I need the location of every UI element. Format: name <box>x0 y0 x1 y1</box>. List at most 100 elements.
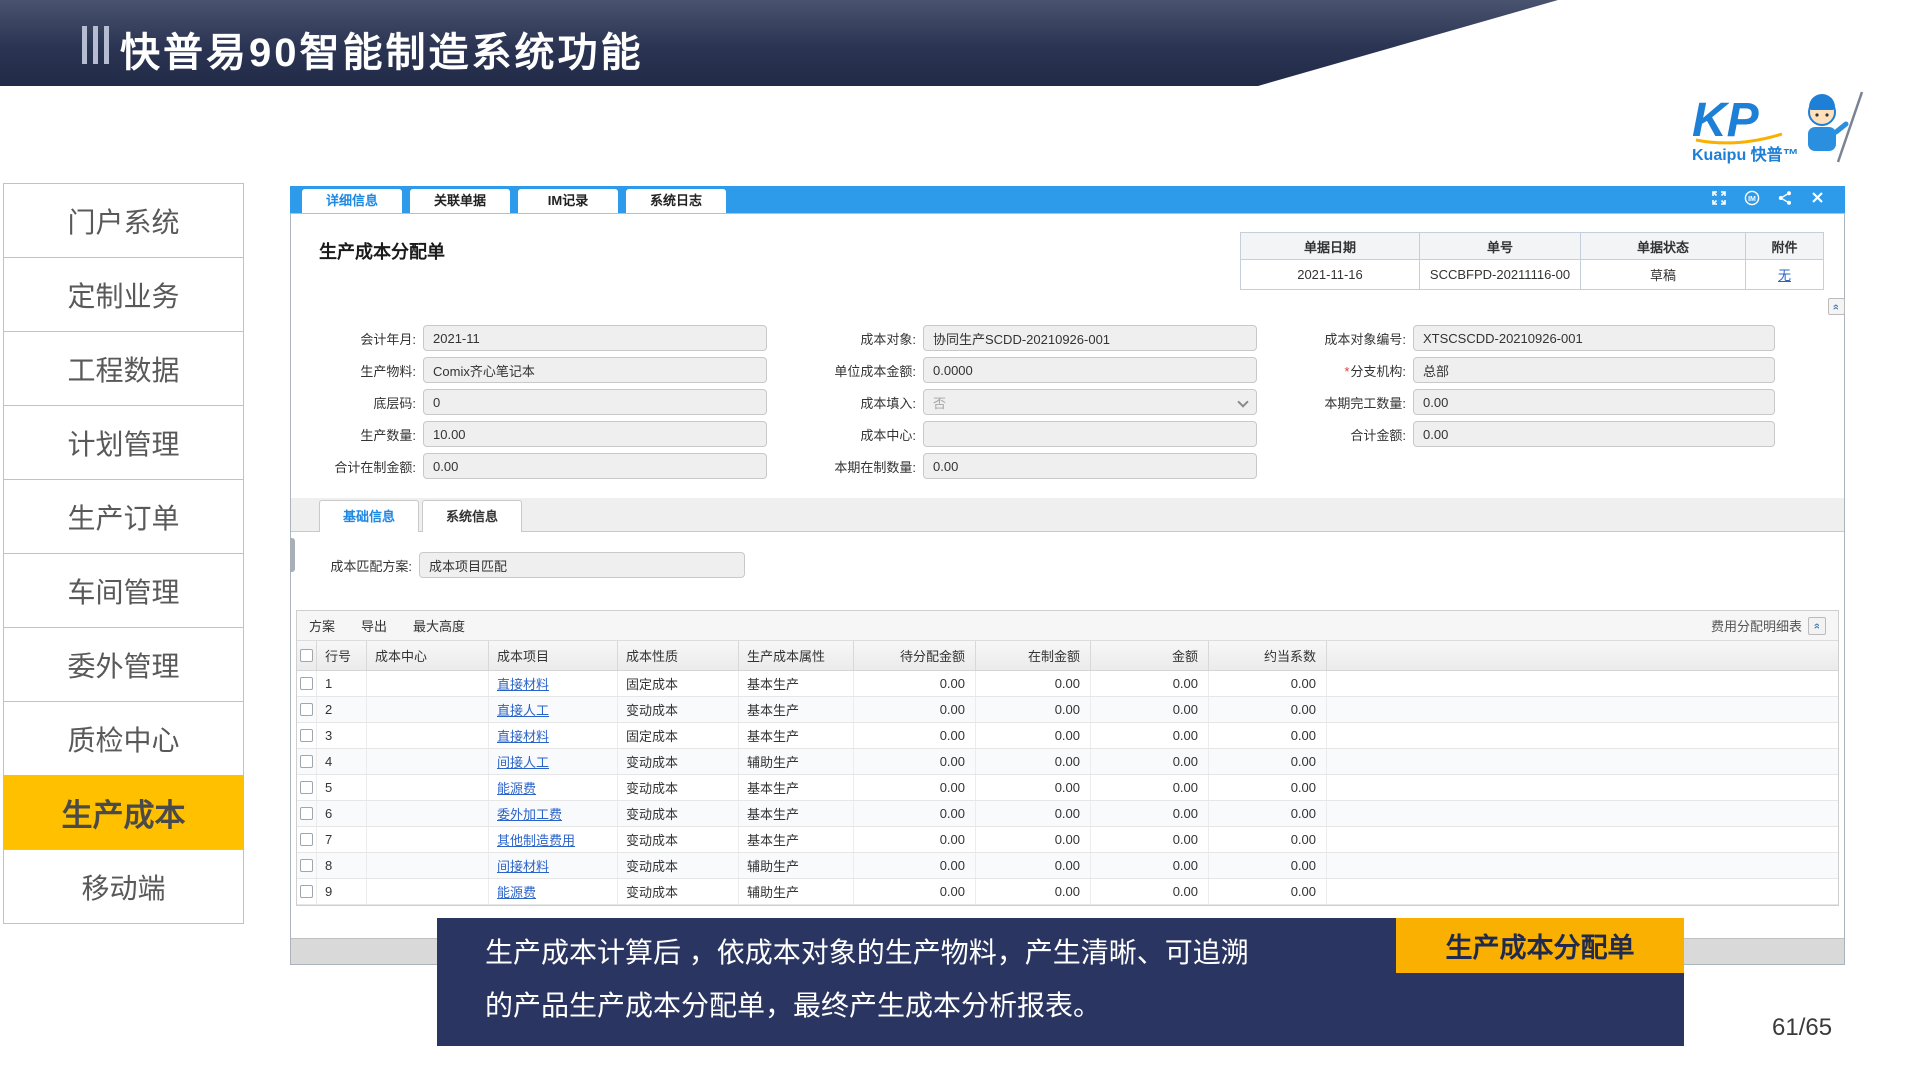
bars-icon <box>82 26 109 64</box>
select-all-checkbox[interactable] <box>300 649 313 662</box>
toolbar-item-0[interactable]: 方案 <box>309 616 335 635</box>
sidebar-item-7[interactable]: 质检中心 <box>3 701 244 776</box>
cell-cost-item: 间接材料 <box>489 853 618 878</box>
cell-cost-item: 能源费 <box>489 775 618 800</box>
form-c3-input-3[interactable]: 0.00 <box>1413 421 1775 447</box>
window-tab-2[interactable]: IM记录 <box>518 189 618 213</box>
dropdown-chevron-icon[interactable] <box>1237 396 1248 407</box>
form-c1-label-4: 合计在制金额: <box>297 457 423 476</box>
expand-icon[interactable] <box>1711 190 1727 206</box>
form-c1-row-0: 会计年月:2021-11 <box>297 325 767 351</box>
cost-item-link[interactable]: 直接人工 <box>497 700 549 719</box>
cost-match-input[interactable]: 成本项目匹配 <box>419 552 745 578</box>
window-tab-3[interactable]: 系统日志 <box>626 189 726 213</box>
cell-line-no: 6 <box>317 801 367 826</box>
form-c3-input-1[interactable]: 总部 <box>1413 357 1775 383</box>
cost-item-link[interactable]: 直接材料 <box>497 674 549 693</box>
cell-cost-item: 直接材料 <box>489 723 618 748</box>
share-icon[interactable] <box>1777 190 1793 206</box>
collapse-header-button[interactable]: » <box>1828 298 1845 315</box>
form-c1-value-3: 10.00 <box>433 427 466 442</box>
form-c2-input-1[interactable]: 0.0000 <box>923 357 1257 383</box>
form-c1-value-2: 0 <box>433 395 440 410</box>
table-row: 9能源费变动成本辅助生产0.000.000.000.00 <box>297 879 1838 905</box>
header-cost-attr: 生产成本属性 <box>739 641 854 670</box>
window-tab-0[interactable]: 详细信息 <box>302 189 402 213</box>
cost-item-link[interactable]: 委外加工费 <box>497 804 562 823</box>
toolbar-item-2[interactable]: 最大高度 <box>413 616 465 635</box>
cost-item-link[interactable]: 能源费 <box>497 778 536 797</box>
erp-window: 详细信息关联单据 IM记录系统日志 IM <box>290 186 1845 965</box>
cell-cost-item: 间接人工 <box>489 749 618 774</box>
cost-item-link[interactable]: 其他制造费用 <box>497 830 575 849</box>
close-icon[interactable] <box>1810 190 1825 205</box>
form-c2-input-2[interactable]: 否 <box>923 389 1257 415</box>
form-c2-input-4[interactable]: 0.00 <box>923 453 1257 479</box>
im-icon[interactable]: IM <box>1744 190 1760 206</box>
sidebar-item-4[interactable]: 生产订单 <box>3 479 244 554</box>
row-checkbox[interactable] <box>300 885 313 898</box>
cost-item-link[interactable]: 间接人工 <box>497 752 549 771</box>
window-tab-1[interactable]: 关联单据 <box>410 189 510 213</box>
form-c1-input-0[interactable]: 2021-11 <box>423 325 767 351</box>
form-c1-input-2[interactable]: 0 <box>423 389 767 415</box>
row-checkbox[interactable] <box>300 755 313 768</box>
cell-cost-attr: 基本生产 <box>739 801 854 826</box>
cell-amount: 0.00 <box>1091 827 1209 852</box>
form-c1-input-4[interactable]: 0.00 <box>423 453 767 479</box>
window-titlebar: 详细信息关联单据 IM记录系统日志 IM <box>290 186 1845 214</box>
form-c1-input-1[interactable]: Comix齐心笔记本 <box>423 357 767 383</box>
kuaipu-logo: KP Kuaipu 快普™ <box>1686 90 1876 166</box>
collapse-grid-button[interactable]: » <box>1808 617 1826 635</box>
row-checkbox[interactable] <box>300 703 313 716</box>
sidebar-item-9[interactable]: 移动端 <box>3 849 244 924</box>
sidebar-item-3[interactable]: 计划管理 <box>3 405 244 480</box>
cell-wip-amount: 0.00 <box>976 775 1091 800</box>
cell-amount: 0.00 <box>1091 801 1209 826</box>
cell-cost-nature: 变动成本 <box>618 801 739 826</box>
cell-coefficient: 0.00 <box>1209 775 1327 800</box>
row-checkbox-cell <box>297 879 317 904</box>
cell-pending-amount: 0.00 <box>854 853 976 878</box>
attachment-link[interactable]: 无 <box>1778 265 1791 284</box>
form-c2-input-0[interactable]: 协同生产SCDD-20210926-001 <box>923 325 1257 351</box>
row-checkbox[interactable] <box>300 833 313 846</box>
form-c1-row-4: 合计在制金额:0.00 <box>297 453 767 479</box>
form-c2-input-3[interactable] <box>923 421 1257 447</box>
toolbar-item-1[interactable]: 导出 <box>361 616 387 635</box>
form-c1-label-3: 生产数量: <box>297 425 423 444</box>
cell-line-no: 1 <box>317 671 367 696</box>
sidebar-item-0[interactable]: 门户系统 <box>3 183 244 258</box>
info-table-value-row: 2021-11-16SCCBFPD-20211116-00草稿无 <box>1241 260 1824 290</box>
cell-line-no: 7 <box>317 827 367 852</box>
form-c1-input-3[interactable]: 10.00 <box>423 421 767 447</box>
subtab-1[interactable]: 系统信息 <box>422 500 522 532</box>
sidebar-item-1[interactable]: 定制业务 <box>3 257 244 332</box>
subtab-0[interactable]: 基础信息 <box>319 500 419 532</box>
sidebar-item-6[interactable]: 委外管理 <box>3 627 244 702</box>
row-checkbox[interactable] <box>300 859 313 872</box>
cost-item-link[interactable]: 能源费 <box>497 882 536 901</box>
cell-cost-center <box>367 775 489 800</box>
form-c3-input-0[interactable]: XTSCSCDD-20210926-001 <box>1413 325 1775 351</box>
row-checkbox[interactable] <box>300 729 313 742</box>
double-chevron-up-icon: » <box>1811 622 1823 628</box>
expense-detail-label[interactable]: 费用分配明细表 <box>1711 616 1802 635</box>
row-checkbox[interactable] <box>300 677 313 690</box>
row-checkbox[interactable] <box>300 781 313 794</box>
cost-item-link[interactable]: 直接材料 <box>497 726 549 745</box>
form-c3-value-0: XTSCSCDD-20210926-001 <box>1423 331 1583 346</box>
form-c3-input-2[interactable]: 0.00 <box>1413 389 1775 415</box>
sidebar-item-8[interactable]: 生产成本 <box>3 775 244 850</box>
cell-cost-center <box>367 827 489 852</box>
row-checkbox[interactable] <box>300 807 313 820</box>
form-column-2: 成本对象:协同生产SCDD-20210926-001单位成本金额:0.0000成… <box>797 325 1257 479</box>
cost-item-link[interactable]: 间接材料 <box>497 856 549 875</box>
table-row: 8间接材料变动成本辅助生产0.000.000.000.00 <box>297 853 1838 879</box>
sidebar-item-5[interactable]: 车间管理 <box>3 553 244 628</box>
grid-toolbar-left: 方案 导出 最大高度 <box>309 616 465 635</box>
cell-wip-amount: 0.00 <box>976 697 1091 722</box>
cell-pending-amount: 0.00 <box>854 749 976 774</box>
panel-collapse-handle[interactable] <box>290 538 295 572</box>
sidebar-item-2[interactable]: 工程数据 <box>3 331 244 406</box>
